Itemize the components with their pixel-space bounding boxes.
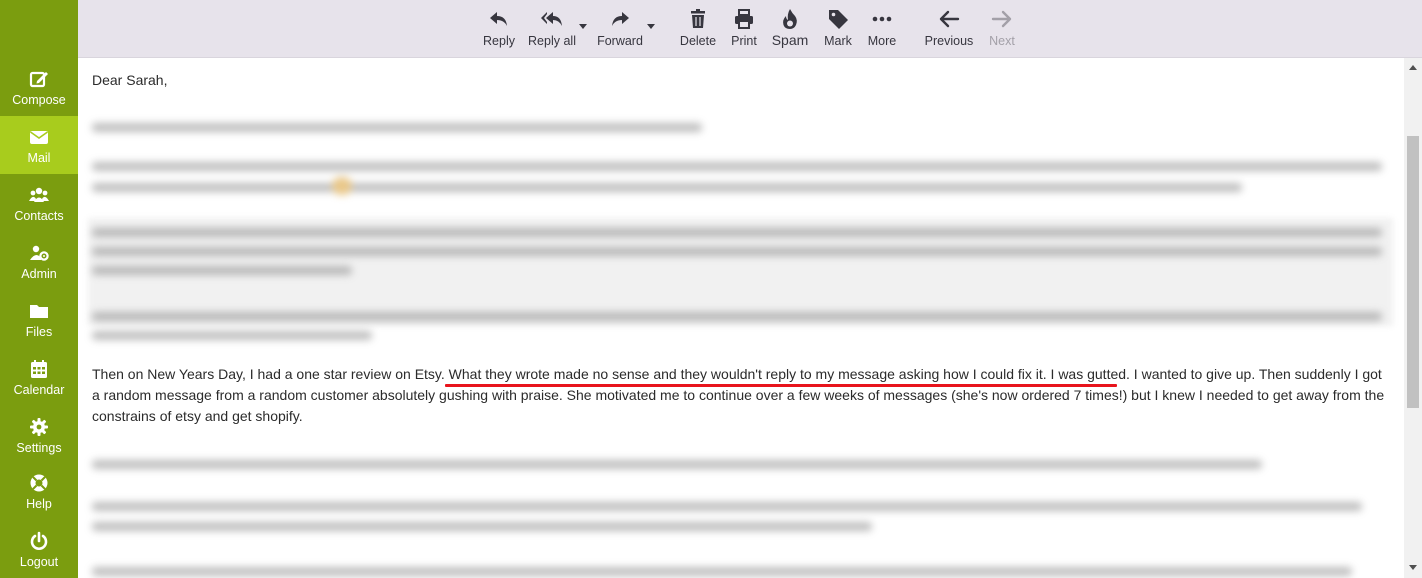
redacted-text [92, 498, 1387, 538]
fire-icon [783, 9, 797, 29]
printer-icon [735, 9, 753, 29]
trash-icon [691, 9, 705, 28]
red-underline-annotation [445, 384, 1117, 387]
sidebar-item-label: Contacts [14, 209, 64, 223]
vertical-scrollbar[interactable] [1404, 58, 1422, 578]
sidebar-item-label: Mail [27, 151, 51, 165]
forward-button[interactable]: Forward [596, 8, 644, 52]
print-button[interactable]: Print [726, 8, 762, 52]
message-paragraph: Then on New Years Day, I had a one star … [92, 366, 1385, 424]
sidebar-item-label: Help [26, 497, 52, 511]
scrollbar-thumb[interactable] [1407, 136, 1419, 408]
arrow-left-icon [939, 10, 960, 28]
spam-button[interactable]: Spam [770, 8, 810, 52]
sidebar-item-calendar[interactable]: Calendar [0, 348, 78, 406]
calendar-icon [31, 360, 47, 378]
sidebar-item-label: Files [25, 325, 53, 339]
sidebar-item-label: Admin [21, 267, 57, 281]
redacted-text [92, 120, 712, 136]
message-toolbar: Reply Reply all Forward Delete Print Spa… [78, 0, 1422, 58]
mark-button[interactable]: Mark [820, 8, 856, 52]
tag-icon [829, 10, 848, 29]
forward-icon [612, 12, 629, 26]
sidebar-item-contacts[interactable]: Contacts [0, 174, 78, 232]
sidebar-item-settings[interactable]: Settings [0, 406, 78, 464]
sidebar-item-label: Settings [16, 441, 62, 455]
sidebar-item-compose[interactable]: Compose [0, 58, 78, 116]
sidebar-item-mail[interactable]: Mail [0, 116, 78, 174]
reply-all-dropdown-caret[interactable] [579, 24, 587, 29]
redacted-text [92, 308, 1387, 348]
contacts-icon [29, 187, 49, 202]
folder-icon [30, 305, 48, 318]
reply-all-button[interactable]: Reply all [526, 8, 578, 52]
redacted-text [92, 456, 1387, 474]
redacted-text [92, 158, 1387, 200]
admin-icon [30, 245, 49, 261]
reply-button[interactable]: Reply [481, 8, 517, 52]
sidebar-item-logout[interactable]: Logout [0, 520, 78, 578]
next-button[interactable]: Next [984, 8, 1020, 52]
sidebar-item-help[interactable]: Help [0, 462, 78, 520]
power-icon [30, 531, 48, 550]
message-body: Dear Sarah, Then on New Years Day, I had… [78, 58, 1404, 578]
redacted-text [92, 560, 1387, 578]
scroll-up-arrow-icon[interactable] [1409, 65, 1417, 70]
scroll-down-arrow-icon[interactable] [1409, 565, 1417, 570]
reply-all-icon [541, 12, 562, 26]
sidebar-item-admin[interactable]: Admin [0, 232, 78, 290]
redacted-text [92, 224, 1387, 286]
compose-icon [29, 71, 48, 88]
gear-icon [30, 418, 48, 436]
sidebar-item-label: Compose [12, 93, 66, 107]
reply-icon [490, 12, 507, 26]
greeting: Dear Sarah, [92, 72, 168, 88]
ellipsis-icon [872, 16, 892, 22]
sidebar-item-label: Logout [19, 555, 59, 569]
forward-dropdown-caret[interactable] [647, 24, 655, 29]
more-button[interactable]: More [864, 8, 900, 52]
lifebuoy-icon [30, 474, 48, 492]
previous-button[interactable]: Previous [923, 8, 975, 52]
mail-icon [30, 131, 48, 144]
sidebar-item-files[interactable]: Files [0, 290, 78, 348]
sidebar: Compose Mail Contacts Admin Files Calend… [0, 0, 78, 578]
sidebar-item-label: Calendar [13, 383, 65, 397]
delete-button[interactable]: Delete [678, 8, 718, 52]
arrow-right-icon [991, 10, 1012, 28]
